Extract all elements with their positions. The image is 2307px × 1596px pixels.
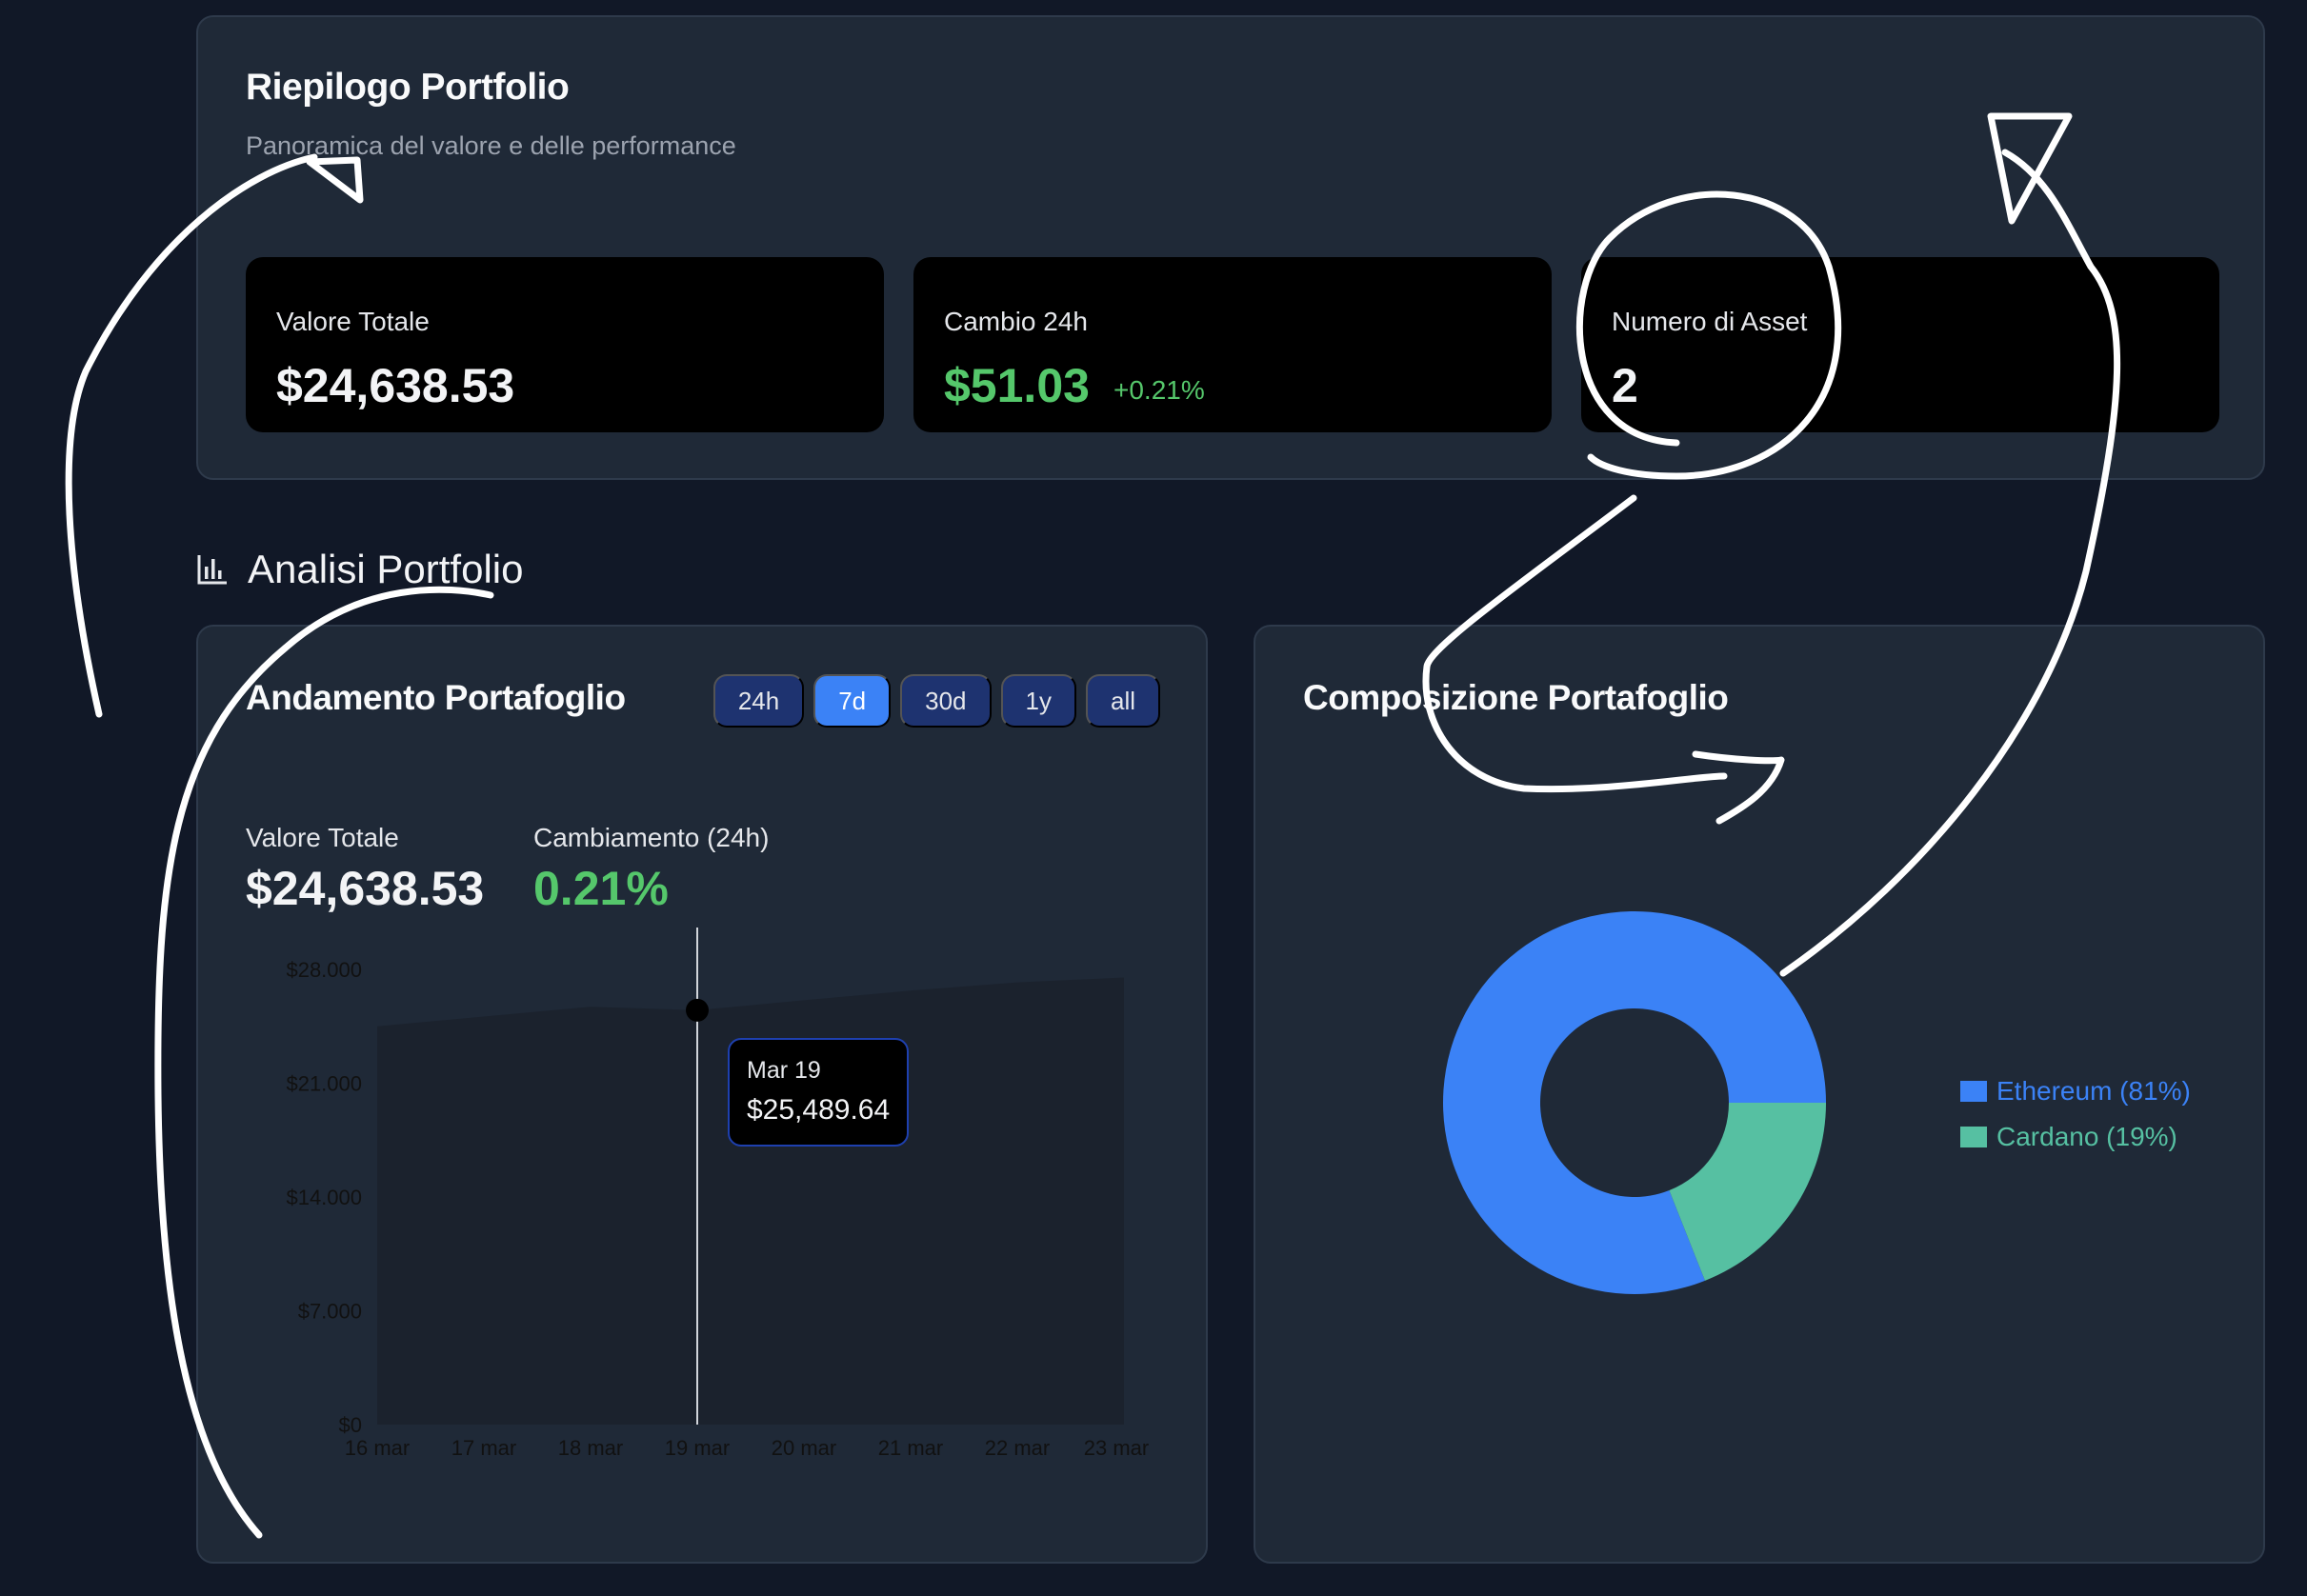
stat-label: Numero di Asset (1612, 307, 1808, 336)
legend-label: Cardano (19%) (1996, 1122, 2177, 1151)
portfolio-summary-card: Riepilogo Portfolio Panoramica del valor… (196, 15, 2265, 480)
x-tick-label: 20 mar (772, 1436, 836, 1460)
section-heading: Analisi Portfolio (196, 541, 523, 598)
x-tick-label: 19 mar (665, 1436, 730, 1460)
hover-point[interactable] (686, 998, 709, 1022)
legend-item[interactable]: Ethereum (81%) (1960, 1068, 2191, 1114)
stat-delta: +0.21% (1113, 375, 1205, 405)
donut-legend: Ethereum (81%) Cardano (19%) (1960, 1068, 2191, 1160)
x-tick-label: 18 mar (558, 1436, 623, 1460)
chart-tooltip: Mar 19 $25,489.64 (728, 1038, 909, 1147)
x-tick-label: 23 mar (1084, 1436, 1149, 1460)
x-tick-label: 22 mar (985, 1436, 1050, 1460)
x-tick-label: 21 mar (878, 1436, 943, 1460)
stat-value: $51.03 (944, 359, 1090, 412)
x-tick-label: 17 mar (451, 1436, 516, 1460)
stat-value: 2 (1612, 359, 1638, 412)
legend-item[interactable]: Cardano (19%) (1960, 1114, 2191, 1160)
stat-total-value: Valore Totale $24,638.53 (246, 257, 884, 432)
y-tick-label: $28.000 (286, 958, 362, 982)
legend-swatch (1960, 1127, 1987, 1147)
stat-label: Valore Totale (276, 307, 430, 336)
y-tick-label: $21.000 (286, 1072, 362, 1096)
stat-label: Cambio 24h (944, 307, 1088, 336)
bar-chart-icon (197, 555, 227, 585)
stat-asset-count: Numero di Asset 2 (1581, 257, 2219, 432)
y-tick-label: $0 (339, 1413, 362, 1437)
tooltip-value: $25,489.64 (747, 1094, 891, 1126)
portfolio-area-chart[interactable]: $0 $7.000 $14.000 $21.000 $28.000 16 mar 17 ma… (198, 627, 1210, 1566)
composition-panel: Composizione Portafoglio Ethereum (81%) C… (1254, 625, 2265, 1564)
y-tick-label: $7.000 (298, 1300, 362, 1324)
performance-panel: Andamento Portafoglio 24h 7d 30d 1y all … (196, 625, 1208, 1564)
legend-swatch (1960, 1081, 1987, 1102)
x-tick-label: 16 mar (345, 1436, 410, 1460)
summary-subtitle: Panoramica del valore e delle performanc… (246, 131, 736, 160)
stat-change-24h: Cambio 24h $51.03 +0.21% (913, 257, 1552, 432)
legend-label: Ethereum (81%) (1996, 1076, 2191, 1106)
section-title: Analisi Portfolio (248, 547, 524, 591)
summary-title: Riepilogo Portfolio (246, 67, 570, 108)
stat-value: $24,638.53 (276, 359, 515, 412)
y-tick-label: $14.000 (286, 1186, 362, 1209)
tooltip-date: Mar 19 (747, 1057, 821, 1084)
